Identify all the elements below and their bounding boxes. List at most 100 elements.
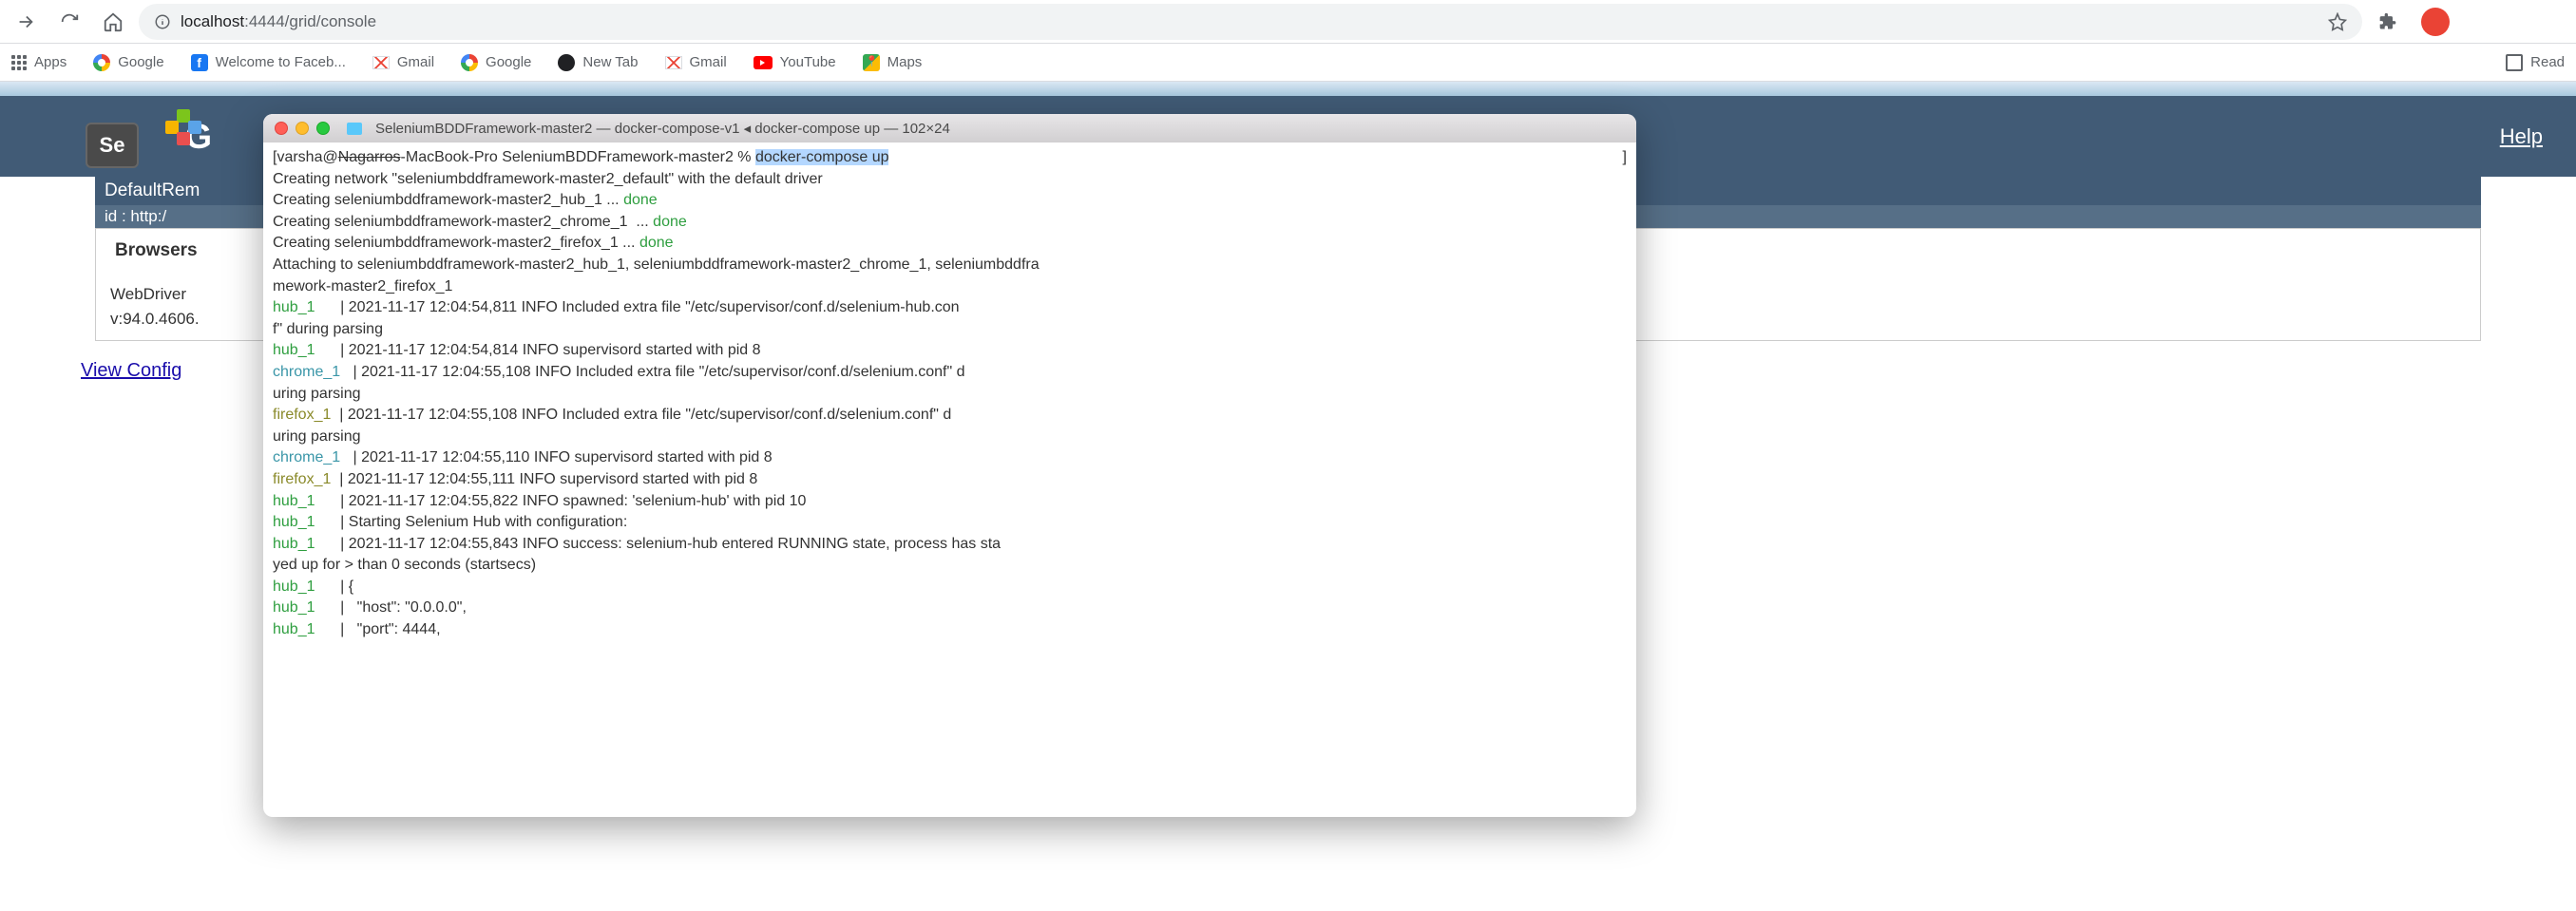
node-title-left: DefaultRem <box>105 180 200 200</box>
bookmark-label: Gmail <box>397 54 434 70</box>
extensions-button[interactable] <box>2370 4 2406 40</box>
term-line: 2021-11-17 12:04:55,110 INFO supervisord… <box>361 449 773 465</box>
bookmarks-bar: Apps Google f Welcome to Faceb... Gmail G… <box>0 44 2576 82</box>
terminal-body[interactable]: [varsha@Nagarros-MacBook-Pro SeleniumBDD… <box>263 142 1636 646</box>
term-line: yed up for > than 0 seconds (startsecs) <box>273 557 536 573</box>
facebook-icon: f <box>191 54 208 71</box>
site-info-icon[interactable] <box>154 13 171 30</box>
address-bar[interactable]: localhost:4444/grid/console <box>139 4 2362 40</box>
pipe: | <box>340 342 349 358</box>
bookmark-label: Read <box>2530 54 2565 70</box>
pipe: | <box>339 407 348 423</box>
prompt-path: -MacBook-Pro SeleniumBDDFramework-master… <box>401 149 755 165</box>
home-button[interactable] <box>95 4 131 40</box>
pipe: | <box>340 579 349 595</box>
term-line: "host": "0.0.0.0", <box>349 599 467 616</box>
term-line: 2021-11-17 12:04:55,843 INFO success: se… <box>349 536 1001 552</box>
svc-hub: hub_1 <box>273 536 340 552</box>
help-link[interactable]: Help <box>2500 124 2543 149</box>
profile-avatar[interactable] <box>2421 8 2450 36</box>
bookmark-label: Maps <box>887 54 923 70</box>
reload-button[interactable] <box>51 4 87 40</box>
bookmark-label: Google <box>486 54 531 70</box>
logo-text: Se <box>86 123 139 168</box>
bookmark-youtube[interactable]: YouTube <box>754 54 836 70</box>
term-line: Creating network "seleniumbddframework-m… <box>273 171 823 187</box>
bookmark-star-icon[interactable] <box>2328 12 2347 31</box>
svc-hub: hub_1 <box>273 493 340 509</box>
term-line: 2021-11-17 12:04:55,108 INFO Included ex… <box>361 364 964 380</box>
forward-button[interactable] <box>8 4 44 40</box>
bookmark-label: Apps <box>34 54 67 70</box>
pipe: | <box>340 599 349 616</box>
term-line: { <box>349 579 353 595</box>
bracket: ] <box>1623 147 1627 168</box>
terminal-title: SeleniumBDDFramework-master2 — docker-co… <box>375 120 950 137</box>
pipe: | <box>340 299 349 315</box>
apps-grid-icon <box>11 55 27 70</box>
pipe: | <box>353 449 361 465</box>
maps-icon <box>863 54 880 71</box>
term-line: mework-master2_firefox_1 <box>273 278 452 294</box>
bookmark-label: New Tab <box>582 54 638 70</box>
pipe: | <box>340 493 349 509</box>
svc-firefox: firefox_1 <box>273 471 339 487</box>
term-line: Attaching to seleniumbddframework-master… <box>273 256 1040 273</box>
terminal-titlebar[interactable]: SeleniumBDDFramework-master2 — docker-co… <box>263 114 1636 142</box>
pipe: | <box>353 364 361 380</box>
selenium-logo: Se <box>86 104 160 168</box>
bookmark-maps[interactable]: Maps <box>863 54 923 71</box>
tab-browsers[interactable]: Browsers <box>96 229 217 273</box>
bookmark-google-2[interactable]: Google <box>461 54 531 71</box>
google-icon <box>93 54 110 71</box>
svc-firefox: firefox_1 <box>273 407 339 423</box>
bookmark-gmail[interactable]: Gmail <box>372 54 434 70</box>
bookmark-newtab[interactable]: New Tab <box>558 54 638 71</box>
newtab-icon <box>558 54 575 71</box>
svc-hub: hub_1 <box>273 342 340 358</box>
term-line: 2021-11-17 12:04:55,111 INFO supervisord… <box>348 471 757 487</box>
window-close-icon[interactable] <box>275 122 288 135</box>
bookmark-label: Google <box>118 54 163 70</box>
prompt-user: [varsha@ <box>273 149 338 165</box>
youtube-icon <box>754 56 773 69</box>
window-maximize-icon[interactable] <box>316 122 330 135</box>
terminal-window: SeleniumBDDFramework-master2 — docker-co… <box>263 114 1636 817</box>
svc-chrome: chrome_1 <box>273 364 353 380</box>
term-line: Creating seleniumbddframework-master2_ch… <box>273 214 653 230</box>
term-line: uring parsing <box>273 428 361 445</box>
term-line: Creating seleniumbddframework-master2_hu… <box>273 192 623 208</box>
svc-chrome: chrome_1 <box>273 449 353 465</box>
view-config-link[interactable]: View Config <box>81 360 181 382</box>
svc-hub: hub_1 <box>273 514 340 530</box>
term-line: uring parsing <box>273 386 361 402</box>
svc-hub: hub_1 <box>273 579 340 595</box>
bookmark-label: Gmail <box>690 54 727 70</box>
google-icon <box>461 54 478 71</box>
bookmark-gmail-2[interactable]: Gmail <box>665 54 727 70</box>
reading-list-button[interactable]: Read <box>2506 54 2565 71</box>
term-done: done <box>639 235 674 251</box>
prompt-host-redacted: Nagarros <box>338 149 401 165</box>
folder-icon <box>347 123 362 135</box>
term-done: done <box>653 214 687 230</box>
term-done: done <box>623 192 658 208</box>
bookmark-apps[interactable]: Apps <box>11 54 67 70</box>
bookmark-facebook[interactable]: f Welcome to Faceb... <box>191 54 346 71</box>
url-text: localhost:4444/grid/console <box>181 12 376 31</box>
browser-toolbar: localhost:4444/grid/console <box>0 0 2576 44</box>
node-id-left: id : http:/ <box>105 207 166 225</box>
term-line: Creating seleniumbddframework-master2_fi… <box>273 235 639 251</box>
window-minimize-icon[interactable] <box>296 122 309 135</box>
svc-hub: hub_1 <box>273 299 340 315</box>
term-line: "port": 4444, <box>349 621 441 637</box>
bookmark-google[interactable]: Google <box>93 54 163 71</box>
term-line: 2021-11-17 12:04:54,811 INFO Included ex… <box>349 299 960 315</box>
page-gradient <box>0 82 2576 96</box>
command-text: docker-compose up <box>755 149 889 165</box>
svc-hub: hub_1 <box>273 621 340 637</box>
readinglist-icon <box>2506 54 2523 71</box>
gmail-icon <box>372 56 390 69</box>
pipe: | <box>339 471 348 487</box>
bookmark-label: Welcome to Faceb... <box>216 54 346 70</box>
